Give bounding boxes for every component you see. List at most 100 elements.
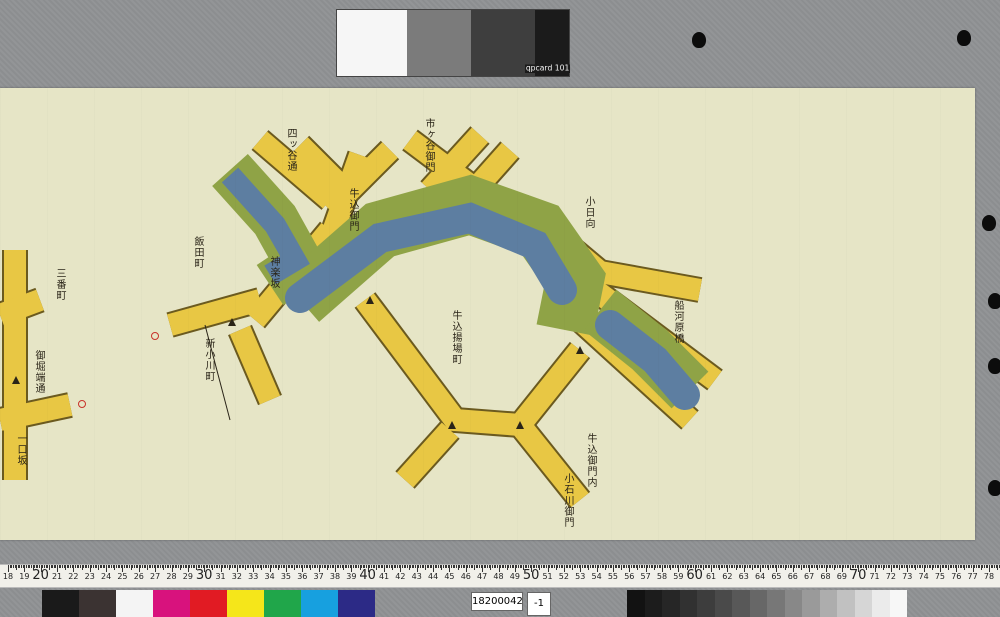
- road-lower-se: [511, 418, 589, 507]
- ruler-number: 28: [166, 572, 177, 581]
- road-far-left-h2-edge: [0, 392, 73, 433]
- gray-card-mid-patch: [407, 10, 471, 76]
- moat-east: [595, 310, 700, 410]
- map-label-far-left-2: 御堀端通: [33, 350, 44, 394]
- road-lower-sw-edge: [395, 421, 460, 489]
- road-lower-se-edge: [509, 416, 591, 509]
- ruler-number: 27: [150, 572, 161, 581]
- ruler-number: 65: [771, 572, 782, 581]
- ruler-number: 43: [411, 572, 422, 581]
- road-left-spur-edge: [245, 221, 340, 329]
- measurement-ruler: 18 19 20 21 22 23 24 25 26 27 28 29 30 31 32 33 34 35 36 37…: [0, 564, 1000, 588]
- road-east-top-edge: [511, 195, 703, 303]
- ruler-number: 72: [885, 572, 896, 581]
- pin-icon: [957, 30, 971, 46]
- road-lower-sw: [396, 422, 459, 488]
- map-label-east-bridge: 船河原橋: [672, 300, 683, 344]
- road-east-bank-2: [572, 311, 698, 429]
- road-upper-mid-4-edge: [320, 140, 400, 220]
- moat-west: [221, 167, 310, 285]
- ruler-number: 51: [542, 572, 553, 581]
- ruler-number: 57: [640, 572, 651, 581]
- ruler-number: 61: [705, 572, 717, 581]
- gray-step: [732, 590, 750, 617]
- document-sheet: -1: [527, 592, 551, 616]
- road-east-top: [512, 196, 702, 301]
- ruler-number: 32: [231, 572, 242, 581]
- ruler-number: 71: [869, 572, 880, 581]
- road-upper-left-1-edge: [251, 130, 339, 210]
- map-label-central-road: 牛込揚場町: [450, 310, 461, 365]
- ruler-number: 60: [686, 568, 703, 583]
- road-upper-mid-2-edge: [420, 126, 490, 199]
- road-far-left-h1: [0, 289, 44, 326]
- gray-step: [697, 590, 715, 617]
- ruler-number: 42: [395, 572, 406, 581]
- color-swatch: [338, 590, 375, 617]
- color-swatch: [301, 590, 338, 617]
- gate-marker-icon: [576, 346, 584, 354]
- ruler-number: 75: [934, 572, 946, 581]
- ruler-number: 22: [68, 572, 79, 581]
- ruler-number: 59: [673, 572, 684, 581]
- ruler-number: 52: [558, 572, 569, 581]
- gray-step: [854, 590, 872, 617]
- pin-icon: [988, 358, 1000, 374]
- road-west: [167, 289, 263, 336]
- road-west-edge: [166, 287, 264, 338]
- gray-step: [802, 590, 820, 617]
- gate-marker-icon: [228, 318, 236, 326]
- color-swatch: [190, 590, 227, 617]
- gray-step: [627, 590, 645, 617]
- ruler-number: 73: [902, 572, 913, 581]
- gray-step: [819, 590, 837, 617]
- ruler-number: 36: [297, 572, 308, 581]
- road-diagonal-1-edge: [317, 150, 373, 245]
- ruler-number: 40: [359, 568, 376, 583]
- ruler-number: 41: [378, 572, 390, 581]
- pin-icon: [982, 215, 996, 231]
- road-east-bank-2-edge: [571, 310, 699, 430]
- gray-card: qpcard 101: [336, 9, 570, 77]
- map-label-far-left-1: 三番町: [54, 268, 65, 301]
- map-label-left-mid: 神楽坂: [268, 256, 279, 289]
- gray-step: [872, 590, 890, 617]
- ruler-number: 54: [591, 572, 602, 581]
- ruler-number: 45: [444, 572, 455, 581]
- road-upper-mid-3-edge: [460, 141, 520, 204]
- road-upper-left-1: [252, 131, 338, 209]
- gray-step: [784, 590, 802, 617]
- map-paper: 四ッ谷通 牛込御門 市ヶ谷御門 小日向 船河原橋 牛込揚場町 飯田町 神楽坂 新小川町 牛込御門内…: [0, 88, 975, 540]
- gray-card-white-patch: [337, 10, 407, 76]
- ruler-number: 24: [101, 572, 112, 581]
- ruler-number: 55: [607, 572, 619, 581]
- road-south-west: [229, 325, 281, 405]
- ruler-number: 37: [313, 572, 324, 581]
- ruler-number: 18: [2, 572, 14, 581]
- gray-step: [889, 590, 907, 617]
- gray-step: [749, 590, 767, 617]
- color-swatch: [153, 590, 190, 617]
- ruler-number: 50: [522, 568, 540, 583]
- map-label-bottom-road: 小石川御門: [562, 473, 573, 528]
- gate-marker-icon: [366, 296, 374, 304]
- ruler-number: 70: [849, 568, 867, 583]
- map-label-right-area: 小日向: [583, 196, 594, 229]
- road-left-spur: [246, 222, 339, 328]
- gray-step: [662, 590, 680, 617]
- pin-icon: [692, 32, 706, 48]
- ruler-number: 44: [428, 572, 439, 581]
- road-east-bank: [588, 281, 722, 389]
- bank-east: [583, 289, 709, 409]
- road-lower-loop: [356, 293, 589, 437]
- gray-card-brand: qpcard 101: [524, 64, 570, 73]
- ruler-number: 35: [280, 572, 292, 581]
- color-swatch-strip: [42, 590, 375, 617]
- map-label-upper-road-2: 牛込御門: [347, 188, 358, 232]
- ruler-number: 19: [19, 572, 30, 581]
- road-far-left-h1-edge: [0, 287, 45, 328]
- map-label-lower-right: 牛込御門内: [585, 433, 596, 488]
- gray-step: [767, 590, 785, 617]
- road-upper-mid-1-edge: [402, 129, 478, 196]
- ink-line: [204, 324, 231, 421]
